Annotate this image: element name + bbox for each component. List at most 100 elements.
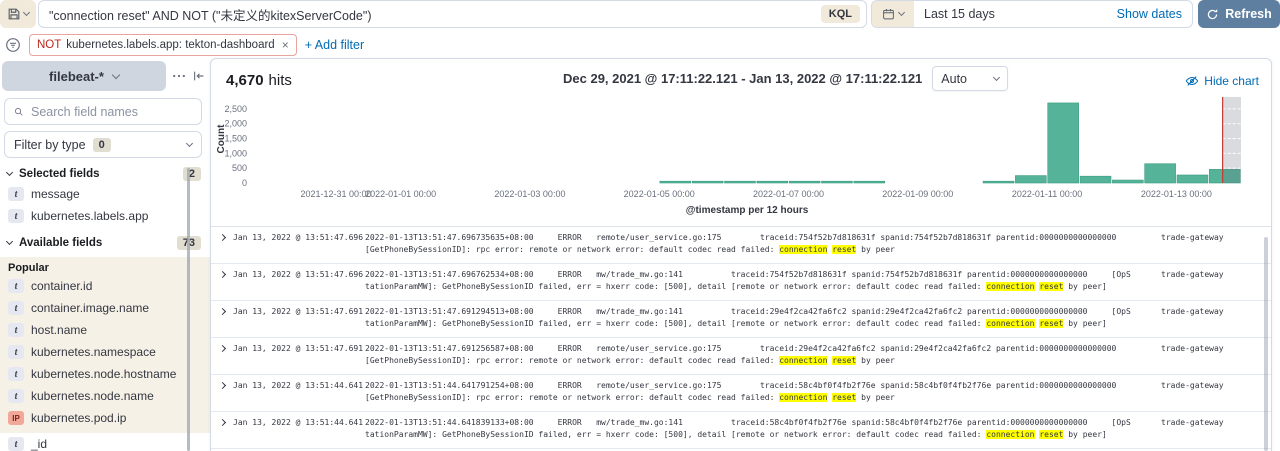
field-name: message <box>31 187 80 201</box>
chevron-right-icon <box>218 308 225 315</box>
svg-text:500: 500 <box>232 163 247 173</box>
popular-fields-list: tcontainer.idtcontainer.image.namethost.… <box>0 275 210 429</box>
field-name: container.id <box>31 279 92 293</box>
partial-bucket-overlay <box>1223 97 1241 183</box>
histogram-bar <box>1112 180 1143 183</box>
filter-by-type-count: 0 <box>93 138 111 152</box>
add-filter-button[interactable]: + Add filter <box>305 38 364 52</box>
histogram-bar <box>821 181 852 183</box>
field-item[interactable]: tcontainer.image.name <box>0 297 210 319</box>
expand-row-button[interactable] <box>211 232 233 263</box>
hits-count: 4,670 <box>226 72 264 89</box>
date-picker: Last 15 days Show dates <box>871 0 1193 28</box>
show-dates-button[interactable]: Show dates <box>1117 7 1182 21</box>
kibana-discover-page: "connection reset" AND NOT ("未定义的kitexSe… <box>0 0 1280 451</box>
chevron-right-icon <box>218 382 225 389</box>
search-icon <box>14 105 24 119</box>
table-row[interactable]: Jan 13, 2022 @ 13:51:44.6412022-01-13T13… <box>211 375 1271 412</box>
filter-pill[interactable]: NOT kubernetes.labels.app: tekton-dashbo… <box>29 34 297 56</box>
row-app-label: trade-gateway <box>1147 269 1271 300</box>
expand-row-button[interactable] <box>211 380 233 411</box>
hits-label: hits <box>269 72 292 89</box>
time-range-label[interactable]: Last 15 days <box>924 7 995 21</box>
field-search-box <box>4 98 202 125</box>
field-item[interactable]: tcontainer.id <box>0 275 210 297</box>
field-item[interactable]: tkubernetes.node.hostname <box>0 363 210 385</box>
interval-select[interactable]: Auto <box>932 66 1008 91</box>
content: filebeat-* Filter by type 0 <box>0 58 1280 451</box>
histogram-bar <box>854 181 885 183</box>
collapse-sidebar-button[interactable] <box>192 69 206 83</box>
field-item[interactable]: t kubernetes.namespace <box>0 341 210 363</box>
table-row[interactable]: Jan 13, 2022 @ 13:51:47.6962022-01-13T13… <box>211 227 1271 264</box>
histogram-chart[interactable]: 05001,0001,5002,0002,500Count2021-12-31 … <box>211 95 1271 221</box>
hide-chart-button[interactable]: Hide chart <box>1185 74 1259 88</box>
svg-text:1,500: 1,500 <box>224 134 247 144</box>
expand-row-button[interactable] <box>211 343 233 374</box>
svg-text:2022-01-07 00:00: 2022-01-07 00:00 <box>753 189 824 199</box>
row-app-label: trade-gateway <box>1147 306 1271 337</box>
histogram-bar <box>1048 103 1079 183</box>
row-app-label: trade-gateway <box>1147 417 1271 448</box>
row-message: 2022-01-13T13:51:47.696735635+08:00 ERRO… <box>365 232 1147 263</box>
query-input[interactable]: "connection reset" AND NOT ("未定义的kitexSe… <box>49 5 821 24</box>
index-options-button[interactable] <box>172 69 186 83</box>
field-item[interactable]: thost.name <box>0 319 210 341</box>
chevron-right-icon <box>218 271 225 278</box>
field-type-icon: t <box>8 345 24 359</box>
svg-text:2,000: 2,000 <box>224 119 247 129</box>
field-item[interactable]: t message <box>0 183 210 205</box>
table-row[interactable]: Jan 13, 2022 @ 13:51:47.6912022-01-13T13… <box>211 301 1271 338</box>
expand-row-button[interactable] <box>211 417 233 448</box>
query-language-badge[interactable]: KQL <box>821 5 860 23</box>
query-bar[interactable]: "connection reset" AND NOT ("未定义的kitexSe… <box>38 0 867 28</box>
chevron-down-icon <box>898 9 905 16</box>
field-item[interactable]: IPkubernetes.pod.ip <box>0 407 210 429</box>
expand-row-button[interactable] <box>211 306 233 337</box>
selected-fields-header[interactable]: Selected fields 2 <box>7 167 201 181</box>
refresh-button[interactable]: Refresh <box>1198 0 1280 28</box>
saved-query-menu-button[interactable] <box>0 0 36 28</box>
histogram-bar <box>757 181 788 183</box>
popular-fields-title: Popular <box>0 260 210 275</box>
selected-fields-list: t message tkubernetes.labels.app <box>0 183 210 227</box>
field-type-icon: t <box>8 323 24 337</box>
available-fields-header[interactable]: Available fields 73 <box>7 236 201 250</box>
table-scrollbar[interactable] <box>1264 237 1268 451</box>
filter-negate-label: NOT <box>37 39 61 51</box>
quick-select-time-button[interactable] <box>872 1 914 27</box>
field-item[interactable]: tkubernetes.labels.app <box>0 205 210 227</box>
histogram-bar <box>789 181 820 183</box>
hide-chart-label: Hide chart <box>1204 74 1259 88</box>
remove-filter-icon[interactable]: × <box>282 38 289 52</box>
row-message: 2022-01-13T13:51:47.691294513+08:00 ERRO… <box>365 306 1147 337</box>
field-search-input[interactable] <box>31 105 192 119</box>
selected-fields-count: 2 <box>183 167 201 181</box>
table-row[interactable]: Jan 13, 2022 @ 13:51:47.6962022-01-13T13… <box>211 264 1271 301</box>
row-timestamp: Jan 13, 2022 @ 13:51:44.641 <box>233 417 365 448</box>
chevron-right-icon <box>218 419 225 426</box>
row-timestamp: Jan 13, 2022 @ 13:51:44.641 <box>233 380 365 411</box>
chevron-right-icon <box>218 234 225 241</box>
histogram-bar <box>725 181 756 183</box>
index-pattern-select[interactable]: filebeat-* <box>2 61 166 91</box>
table-row[interactable]: Jan 13, 2022 @ 13:51:44.6412022-01-13T13… <box>211 412 1271 449</box>
saved-query-icon <box>7 7 21 21</box>
field-name: container.image.name <box>31 301 149 315</box>
row-app-label: trade-gateway <box>1147 380 1271 411</box>
field-item[interactable]: t_id <box>0 433 210 451</box>
svg-text:2022-01-11 00:00: 2022-01-11 00:00 <box>1012 189 1082 199</box>
field-type-icon: t <box>8 437 24 451</box>
expand-row-button[interactable] <box>211 269 233 300</box>
sidebar-scrollbar[interactable] <box>187 168 190 451</box>
filter-by-type-button[interactable]: Filter by type 0 <box>4 131 202 158</box>
field-name: kubernetes.namespace <box>31 345 156 359</box>
field-type-icon: t <box>8 389 24 403</box>
field-type-icon: t <box>8 187 24 201</box>
row-timestamp: Jan 13, 2022 @ 13:51:47.691 <box>233 343 365 374</box>
svg-text:1,000: 1,000 <box>224 148 247 158</box>
field-item[interactable]: tkubernetes.node.name <box>0 385 210 407</box>
index-pattern-row: filebeat-* <box>0 61 210 91</box>
filter-menu-icon[interactable] <box>5 37 21 53</box>
table-row[interactable]: Jan 13, 2022 @ 13:51:47.6912022-01-13T13… <box>211 338 1271 375</box>
